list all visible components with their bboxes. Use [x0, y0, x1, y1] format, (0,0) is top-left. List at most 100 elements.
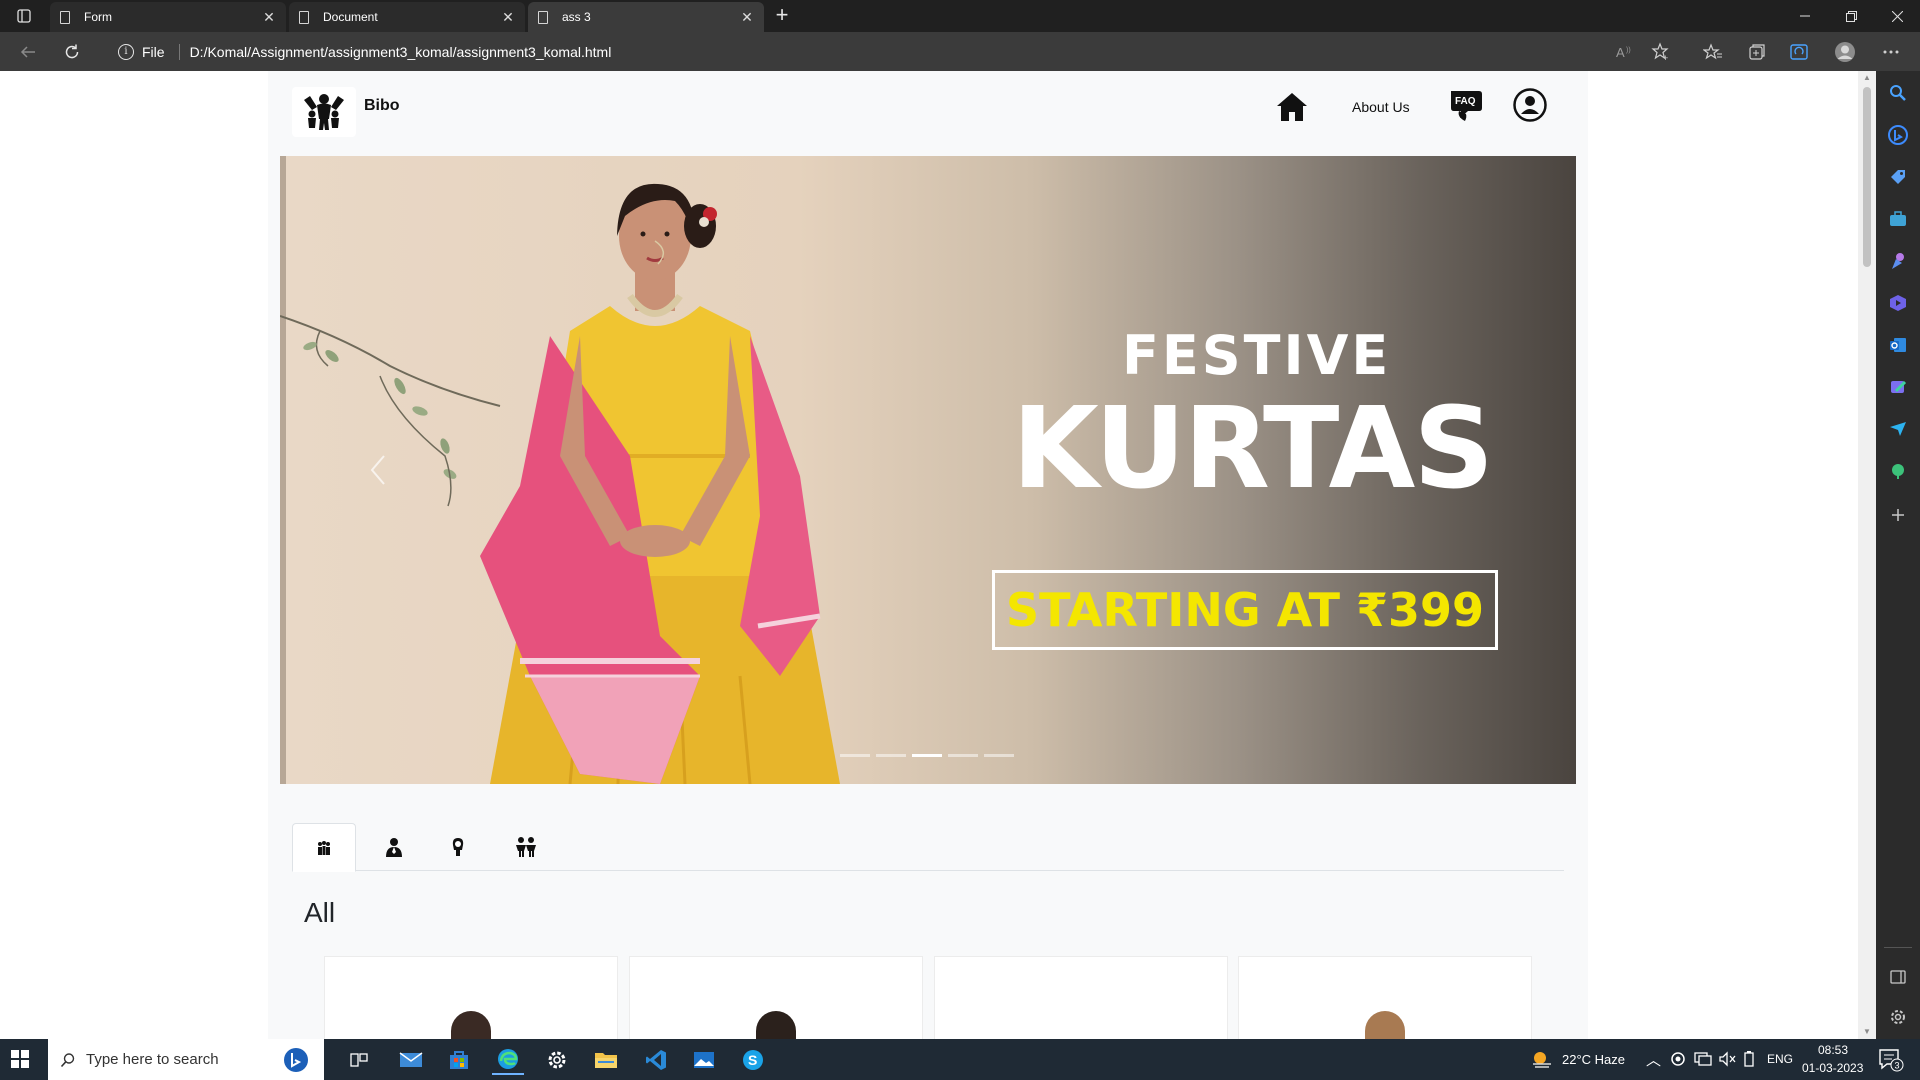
weather-icon[interactable] — [1530, 1049, 1554, 1074]
drop-icon[interactable] — [1888, 377, 1908, 397]
page-scrollbar[interactable]: ▲ ▼ — [1858, 71, 1876, 1039]
weather-text[interactable]: 22°C Haze — [1562, 1052, 1625, 1067]
product-card[interactable] — [629, 956, 923, 1039]
carousel-indicator[interactable] — [912, 754, 942, 757]
browser-tab-strip: Form ✕ Document ✕ ass 3 ✕ + — [0, 0, 1920, 32]
tab-women[interactable] — [426, 823, 490, 871]
bing-icon[interactable] — [282, 1046, 310, 1074]
category-tabs — [292, 823, 1564, 872]
svg-text:S: S — [748, 1052, 757, 1068]
nav-about-us-link[interactable]: About Us — [1352, 99, 1410, 115]
outlook-icon[interactable] — [1888, 335, 1908, 355]
battery-icon[interactable] — [1742, 1051, 1756, 1072]
product-image — [451, 1011, 491, 1039]
address-bar[interactable]: i File D:/Komal/Assignment/assignment3_k… — [108, 37, 1678, 66]
windows-start-icon[interactable] — [10, 1049, 32, 1071]
search-icon[interactable] — [1888, 83, 1908, 103]
more-options-icon[interactable] — [1880, 41, 1902, 63]
favorites-icon[interactable] — [1702, 41, 1724, 63]
hero-carousel: FESTIVE KURTAS STARTING AT ₹399 — [280, 156, 1576, 784]
carousel-indicator[interactable] — [840, 754, 870, 757]
scroll-up-arrow[interactable]: ▲ — [1863, 74, 1871, 82]
notification-count: 3 — [1895, 1061, 1900, 1071]
input-language[interactable]: ENG — [1767, 1052, 1793, 1066]
send-icon[interactable] — [1888, 419, 1908, 439]
games-icon[interactable] — [1888, 251, 1908, 271]
carousel-indicator[interactable] — [876, 754, 906, 757]
edge-browser-icon[interactable] — [492, 1045, 524, 1075]
tab-actions-icon[interactable] — [10, 6, 38, 26]
close-icon[interactable]: ✕ — [740, 9, 754, 25]
add-favorite-icon[interactable]: + — [1650, 41, 1672, 63]
profile-icon[interactable] — [1512, 87, 1548, 123]
product-card[interactable] — [324, 956, 618, 1039]
meet-now-icon[interactable] — [1670, 1051, 1686, 1072]
close-window-button[interactable] — [1874, 0, 1920, 32]
home-icon[interactable] — [1274, 89, 1310, 125]
scroll-down-arrow[interactable]: ▼ — [1863, 1028, 1871, 1036]
speaker-muted-icon[interactable] — [1718, 1051, 1736, 1072]
product-card[interactable] — [934, 956, 1228, 1039]
browser-tab-ass3[interactable]: ass 3 ✕ — [528, 2, 764, 32]
all-users-icon — [318, 840, 330, 855]
task-view-icon[interactable] — [343, 1045, 375, 1075]
carousel-indicator[interactable] — [948, 754, 978, 757]
brand-name[interactable]: Bibo — [364, 97, 400, 115]
hide-sidebar-icon[interactable] — [1888, 967, 1908, 987]
browser-tab-document[interactable]: Document ✕ — [289, 2, 525, 32]
carousel-next-button[interactable] — [1458, 448, 1486, 492]
close-icon[interactable]: ✕ — [262, 9, 276, 25]
notifications-icon[interactable]: 3 — [1878, 1048, 1904, 1077]
collections-icon[interactable] — [1746, 41, 1768, 63]
search-placeholder: Type here to search — [86, 1051, 219, 1068]
close-icon[interactable]: ✕ — [501, 9, 515, 25]
carousel-prev-button[interactable] — [364, 448, 392, 492]
brand-logo-icon[interactable] — [292, 87, 356, 137]
search-icon — [60, 1052, 75, 1067]
url-scheme-label: File — [142, 43, 165, 60]
microsoft-store-icon[interactable] — [443, 1045, 475, 1075]
svg-text:A: A — [1616, 45, 1625, 60]
back-button[interactable] — [16, 40, 40, 64]
tools-icon[interactable] — [1888, 209, 1908, 229]
windows-taskbar: Type here to search S 22°C Haze ︿ ENG 08… — [0, 1039, 1920, 1080]
browser-essentials-icon[interactable] — [1788, 41, 1810, 63]
network-icon[interactable] — [1694, 1051, 1712, 1072]
add-icon[interactable] — [1888, 505, 1908, 525]
tab-all[interactable] — [292, 823, 356, 872]
show-hidden-icons-chevron-icon[interactable]: ︿ — [1646, 1049, 1661, 1070]
restore-button[interactable] — [1828, 0, 1874, 32]
bing-chat-icon[interactable] — [1888, 125, 1908, 145]
clock-date[interactable]: 01-03-2023 — [1802, 1061, 1863, 1075]
settings-icon[interactable] — [541, 1045, 573, 1075]
read-aloud-icon[interactable]: A)) — [1614, 41, 1636, 63]
profile-avatar[interactable] — [1834, 41, 1856, 63]
tab-kids[interactable] — [494, 823, 558, 871]
taskbar-search-box[interactable]: Type here to search — [48, 1039, 324, 1080]
hero-title-line-1: FESTIVE — [1122, 324, 1392, 387]
vs-code-icon[interactable] — [640, 1045, 672, 1075]
refresh-button[interactable] — [60, 40, 84, 64]
skype-icon[interactable]: S — [737, 1045, 769, 1075]
shopping-tag-icon[interactable] — [1888, 167, 1908, 187]
minimize-button[interactable] — [1782, 0, 1828, 32]
new-tab-button[interactable]: + — [770, 4, 794, 28]
file-explorer-icon[interactable] — [590, 1045, 622, 1075]
product-card[interactable] — [1238, 956, 1532, 1039]
clock-time[interactable]: 08:53 — [1818, 1043, 1848, 1057]
url-text[interactable]: D:/Komal/Assignment/assignment3_komal/as… — [190, 44, 612, 60]
faq-icon[interactable]: FAQ — [1448, 87, 1486, 125]
scroll-thumb[interactable] — [1863, 87, 1871, 267]
brand[interactable]: Bibo — [292, 87, 400, 137]
photos-app-icon[interactable] — [688, 1045, 720, 1075]
settings-icon[interactable] — [1888, 1007, 1908, 1027]
tab-men[interactable] — [362, 823, 426, 871]
document-icon — [60, 10, 70, 24]
microsoft-365-icon[interactable] — [1888, 293, 1908, 313]
tree-icon[interactable] — [1888, 461, 1908, 481]
tab-title: Form — [84, 10, 112, 24]
mail-icon[interactable] — [395, 1045, 427, 1075]
info-icon[interactable]: i — [118, 43, 134, 60]
browser-tab-form[interactable]: Form ✕ — [50, 2, 286, 32]
carousel-indicator[interactable] — [984, 754, 1014, 757]
